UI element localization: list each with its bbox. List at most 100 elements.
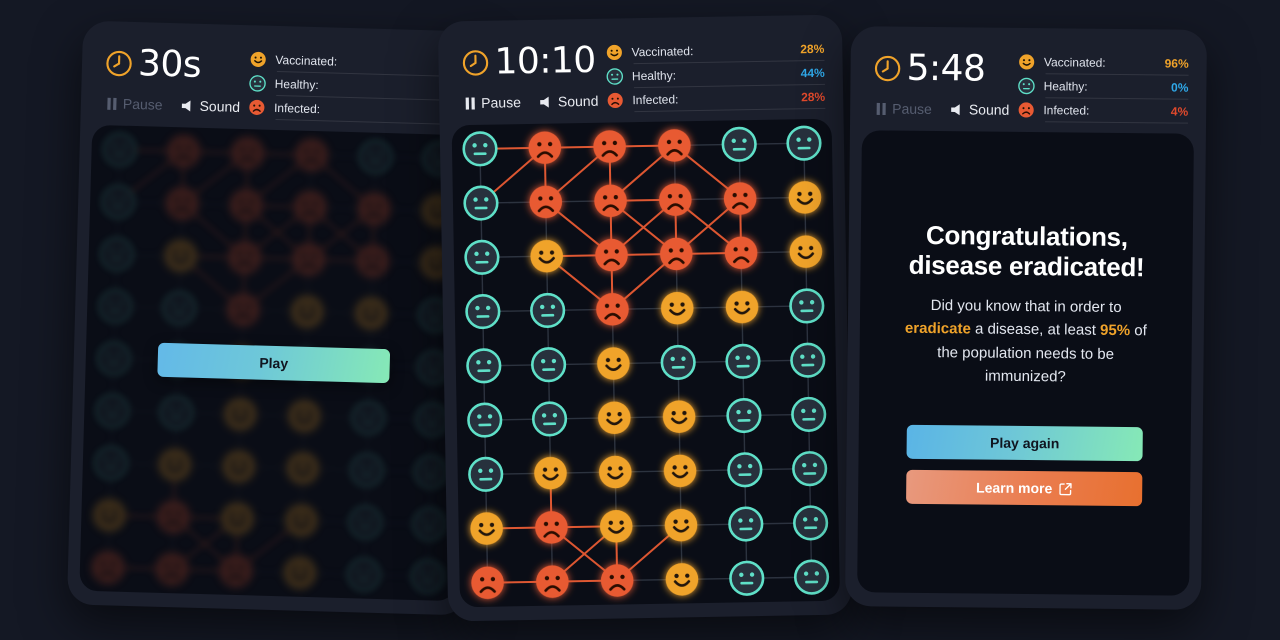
node-vaccinated[interactable]	[598, 401, 631, 435]
node-vaccinated[interactable]	[291, 295, 323, 328]
node-healthy[interactable]	[531, 347, 567, 383]
node-healthy[interactable]	[729, 560, 765, 596]
node-healthy[interactable]	[660, 344, 696, 381]
node-healthy[interactable]	[96, 341, 131, 376]
pause-button[interactable]: Pause	[465, 94, 521, 111]
node-healthy[interactable]	[162, 291, 197, 326]
node-healthy[interactable]	[726, 397, 762, 434]
node-vaccinated[interactable]	[470, 512, 503, 545]
node-healthy[interactable]	[102, 132, 137, 167]
node-healthy[interactable]	[159, 395, 194, 430]
node-healthy[interactable]	[725, 343, 761, 379]
node-infected[interactable]	[220, 555, 252, 587]
pause-button[interactable]: Pause	[107, 95, 163, 113]
node-healthy[interactable]	[346, 557, 381, 592]
node-healthy[interactable]	[358, 139, 393, 174]
node-healthy[interactable]	[101, 184, 136, 219]
node-infected[interactable]	[292, 243, 325, 276]
node-infected[interactable]	[166, 187, 198, 220]
sound-button[interactable]: Sound	[950, 101, 1009, 118]
node-vaccinated[interactable]	[221, 503, 254, 535]
node-vaccinated[interactable]	[663, 454, 697, 488]
node-infected[interactable]	[167, 135, 200, 168]
node-infected[interactable]	[295, 139, 328, 171]
node-vaccinated[interactable]	[355, 297, 387, 330]
node-healthy[interactable]	[462, 131, 498, 167]
node-infected[interactable]	[596, 293, 629, 326]
node-healthy[interactable]	[721, 126, 757, 162]
node-healthy[interactable]	[790, 342, 826, 378]
node-healthy[interactable]	[468, 456, 504, 492]
node-vaccinated[interactable]	[287, 452, 319, 485]
node-healthy[interactable]	[410, 559, 445, 594]
node-vaccinated[interactable]	[597, 347, 630, 380]
node-vaccinated[interactable]	[725, 290, 759, 324]
node-infected[interactable]	[595, 238, 628, 272]
node-healthy[interactable]	[466, 348, 502, 384]
node-infected[interactable]	[593, 130, 626, 163]
node-infected[interactable]	[723, 182, 757, 215]
node-healthy[interactable]	[348, 505, 383, 540]
node-infected[interactable]	[156, 553, 188, 585]
learn-more-button[interactable]: Learn more	[906, 469, 1143, 507]
node-infected[interactable]	[659, 183, 692, 216]
node-vaccinated[interactable]	[288, 400, 320, 432]
node-vaccinated[interactable]	[93, 499, 126, 531]
node-healthy[interactable]	[727, 452, 763, 488]
node-vaccinated[interactable]	[534, 456, 567, 490]
node-vaccinated[interactable]	[223, 450, 255, 483]
node-infected[interactable]	[658, 129, 691, 162]
node-vaccinated[interactable]	[599, 510, 633, 543]
node-healthy[interactable]	[791, 396, 827, 432]
node-healthy[interactable]	[793, 559, 830, 595]
node-vaccinated[interactable]	[789, 235, 823, 268]
node-infected[interactable]	[724, 236, 758, 270]
node-vaccinated[interactable]	[599, 455, 632, 489]
node-infected[interactable]	[92, 551, 124, 584]
node-vaccinated[interactable]	[224, 398, 256, 430]
node-healthy[interactable]	[531, 401, 568, 437]
node-vaccinated[interactable]	[284, 557, 316, 589]
game-board[interactable]	[451, 118, 840, 608]
node-healthy[interactable]	[351, 400, 386, 435]
node-infected[interactable]	[231, 137, 264, 169]
node-infected[interactable]	[594, 184, 627, 218]
node-vaccinated[interactable]	[159, 449, 191, 481]
node-infected[interactable]	[157, 501, 190, 533]
node-healthy[interactable]	[465, 294, 501, 330]
play-again-button[interactable]: Play again	[906, 424, 1143, 462]
node-infected[interactable]	[356, 245, 389, 277]
node-vaccinated[interactable]	[660, 291, 694, 325]
node-healthy[interactable]	[463, 185, 499, 221]
node-healthy[interactable]	[793, 505, 829, 541]
node-healthy[interactable]	[349, 453, 384, 488]
node-healthy[interactable]	[464, 239, 500, 275]
node-vaccinated[interactable]	[285, 504, 318, 537]
node-healthy[interactable]	[99, 237, 134, 271]
node-healthy[interactable]	[93, 446, 128, 480]
node-infected[interactable]	[228, 241, 261, 274]
node-infected[interactable]	[471, 566, 504, 600]
play-button[interactable]: Play	[157, 342, 391, 384]
node-infected[interactable]	[660, 237, 693, 271]
node-healthy[interactable]	[415, 402, 450, 437]
pause-button[interactable]: Pause	[876, 100, 932, 117]
node-vaccinated[interactable]	[664, 508, 698, 542]
node-healthy[interactable]	[467, 402, 503, 438]
node-infected[interactable]	[529, 185, 563, 219]
node-infected[interactable]	[536, 565, 569, 598]
node-healthy[interactable]	[98, 289, 133, 324]
node-infected[interactable]	[294, 191, 326, 223]
node-infected[interactable]	[230, 189, 262, 222]
node-healthy[interactable]	[95, 393, 130, 428]
node-vaccinated[interactable]	[530, 239, 563, 273]
sound-button[interactable]: Sound	[180, 97, 240, 115]
node-healthy[interactable]	[413, 454, 448, 489]
node-healthy[interactable]	[412, 507, 447, 542]
node-healthy[interactable]	[792, 451, 828, 487]
node-infected[interactable]	[528, 131, 562, 164]
node-vaccinated[interactable]	[662, 400, 696, 433]
node-infected[interactable]	[227, 294, 259, 326]
sound-button[interactable]: Sound	[539, 93, 599, 110]
node-healthy[interactable]	[530, 292, 566, 329]
